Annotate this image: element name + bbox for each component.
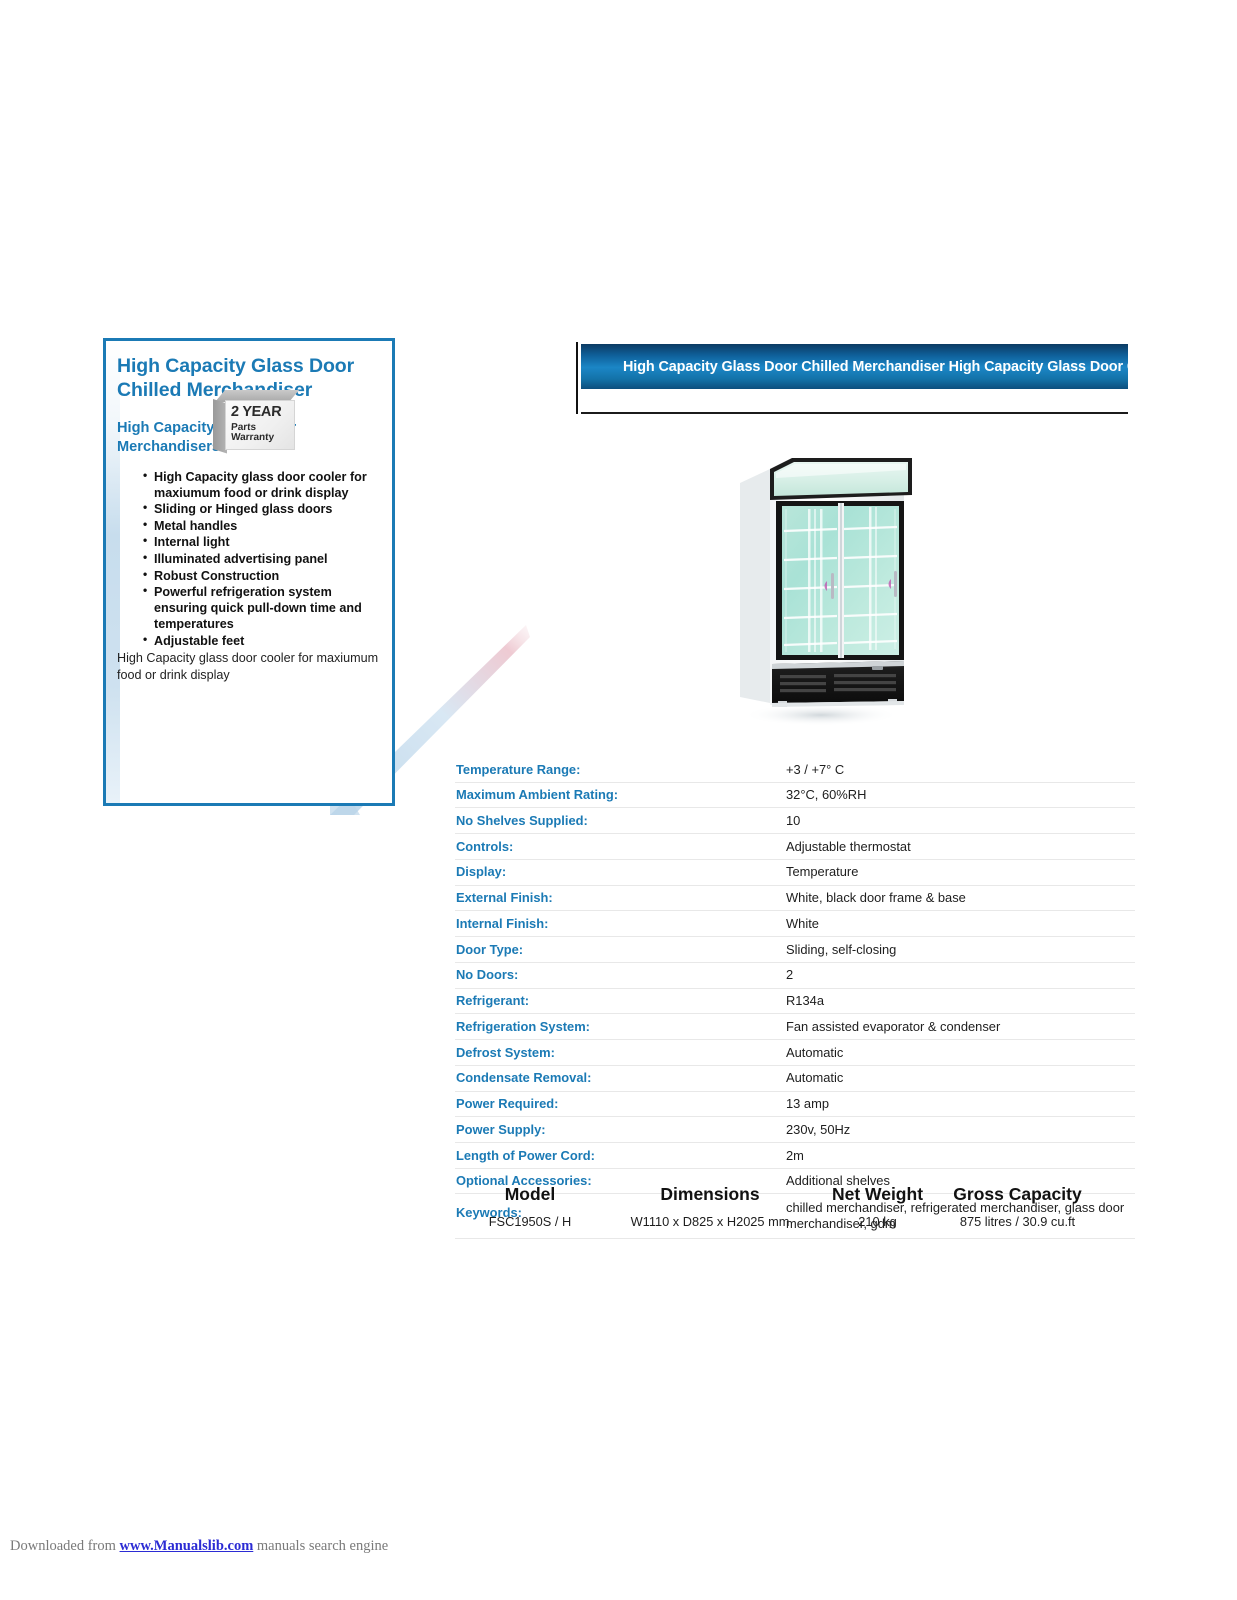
banner-bar: High Capacity Glass Door Chilled Merchan… — [581, 344, 1128, 389]
model-table-body: FSC1950S / H W1110 x D825 x H2025 mm 210… — [455, 1214, 1095, 1233]
spec-value: 32°C, 60%RH — [786, 787, 867, 803]
model-specification-table: Model Dimensions Net Weight Gross Capaci… — [455, 1178, 1095, 1233]
table-row: Condensate Removal: Automatic — [455, 1065, 1135, 1092]
list-item: Robust Construction — [143, 567, 380, 584]
table-row: Power Required: 13 amp — [455, 1091, 1135, 1117]
feature-list: High Capacity glass door cooler for maxi… — [117, 467, 380, 650]
spec-label: Length of Power Cord: — [456, 1147, 595, 1163]
table-row: No Shelves Supplied: 10 — [455, 808, 1135, 834]
spec-value: 2 — [786, 967, 794, 983]
spec-label: Internal Finish: — [456, 915, 549, 931]
cell-gross-capacity: 875 litres / 30.9 cu.ft — [959, 1214, 1076, 1229]
table-row: Temperature Range: +3 / +7° C — [455, 757, 1135, 783]
spec-label: Door Type: — [456, 941, 524, 957]
spec-label: Maximum Ambient Rating: — [456, 787, 619, 803]
spec-value: Temperature — [786, 864, 859, 880]
panel-tagline: High Capacity glass door cooler for maxi… — [117, 651, 379, 682]
spec-value: 2m — [786, 1147, 804, 1163]
spec-label: Power Supply: — [456, 1121, 546, 1137]
table-row: Length of Power Cord: 2m — [455, 1143, 1135, 1169]
spec-value: Automatic — [786, 1044, 844, 1060]
spec-value: Adjustable thermostat — [786, 838, 911, 854]
spec-value: 10 — [786, 812, 801, 828]
table-header-row: Model Dimensions Net Weight Gross Capaci… — [455, 1178, 1095, 1214]
column-header-model: Model — [504, 1184, 556, 1204]
cell-model: FSC1950S / H — [488, 1214, 572, 1229]
specifications-table: Temperature Range: +3 / +7° C Maximum Am… — [455, 757, 1135, 1239]
spec-value: Sliding, self-closing — [786, 941, 897, 957]
warranty-warranty-label: Warranty — [230, 432, 275, 444]
page-footer: Downloaded from www.Manualslib.com manua… — [10, 1538, 388, 1555]
footer-prefix-text: Downloaded from — [10, 1538, 120, 1554]
list-item: Sliding or Hinged glass doors — [143, 500, 380, 517]
list-item: Powerful refrigeration system ensuring q… — [143, 583, 380, 632]
column-header-dimensions: Dimensions — [660, 1184, 760, 1204]
spec-value: White, black door frame & base — [786, 890, 966, 906]
product-banner: High Capacity Glass Door Chilled Merchan… — [576, 342, 1128, 414]
spec-value: 13 amp — [786, 1096, 829, 1112]
spec-value: White — [786, 915, 819, 931]
product-photo — [740, 458, 912, 726]
spec-value: R134a — [786, 993, 824, 1009]
warranty-badge-icon: 2 YEAR Parts Warranty — [213, 390, 300, 454]
table-row: External Finish: White, black door frame… — [455, 885, 1135, 911]
cell-dimensions: W1110 x D825 x H2025 mm — [630, 1214, 790, 1229]
spec-value: 230v, 50Hz — [786, 1121, 851, 1137]
table-row: Display: Temperature — [455, 859, 1135, 886]
spec-label: Temperature Range: — [456, 761, 581, 777]
table-row: Power Supply: 230v, 50Hz — [455, 1117, 1135, 1143]
column-header-gross-capacity: Gross Capacity — [953, 1184, 1082, 1204]
list-item: Metal handles — [143, 517, 380, 534]
table-row: Maximum Ambient Rating: 32°C, 60%RH — [455, 782, 1135, 808]
table-row: Controls: Adjustable thermostat — [455, 834, 1135, 860]
spec-label: Controls: — [456, 838, 514, 854]
banner-left-rule — [576, 342, 578, 414]
spec-label: Refrigeration System: — [456, 1018, 590, 1034]
spec-value: Fan assisted evaporator & condenser — [786, 1018, 1001, 1034]
spec-value: Automatic — [786, 1070, 844, 1086]
spec-label: No Doors: — [456, 967, 519, 983]
banner-title: High Capacity Glass Door Chilled Merchan… — [623, 358, 1128, 375]
table-row: No Doors: 2 — [455, 962, 1135, 989]
table-row: Refrigeration System: Fan assisted evapo… — [455, 1014, 1135, 1040]
spec-table-body: Temperature Range: +3 / +7° C Maximum Am… — [455, 757, 1135, 1239]
list-item: Internal light — [143, 533, 380, 550]
spec-label: External Finish: — [456, 890, 553, 906]
model-table-head: Model Dimensions Net Weight Gross Capaci… — [455, 1178, 1095, 1214]
table-row: FSC1950S / H W1110 x D825 x H2025 mm 210… — [455, 1214, 1095, 1233]
spec-label: Power Required: — [456, 1096, 559, 1112]
table-row: Refrigerant: R134a — [455, 988, 1135, 1014]
spec-label: No Shelves Supplied: — [456, 812, 588, 828]
footer-suffix-text: manuals search engine — [253, 1538, 389, 1554]
spec-label: Refrigerant: — [456, 993, 530, 1009]
banner-underline-rule — [581, 412, 1128, 414]
list-item: Adjustable feet — [143, 632, 380, 649]
spec-value: +3 / +7° C — [786, 761, 845, 777]
table-row: Door Type: Sliding, self-closing — [455, 937, 1135, 963]
spec-label: Condensate Removal: — [456, 1070, 592, 1086]
list-item: High Capacity glass door cooler for maxi… — [143, 467, 380, 501]
manualslib-link[interactable]: www.Manualslib.com — [120, 1538, 254, 1554]
spec-label: Defrost System: — [456, 1044, 555, 1060]
table-row: Defrost System: Automatic — [455, 1040, 1135, 1066]
cell-net-weight: 210 kg — [858, 1214, 897, 1229]
list-item: Illuminated advertising panel — [143, 550, 380, 567]
badge-front-face: 2 YEAR Parts Warranty — [225, 400, 295, 450]
table-row: Internal Finish: White — [455, 911, 1135, 937]
spec-label: Display: — [456, 864, 507, 880]
warranty-years: 2 YEAR — [230, 404, 282, 420]
column-header-net-weight: Net Weight — [831, 1184, 924, 1204]
